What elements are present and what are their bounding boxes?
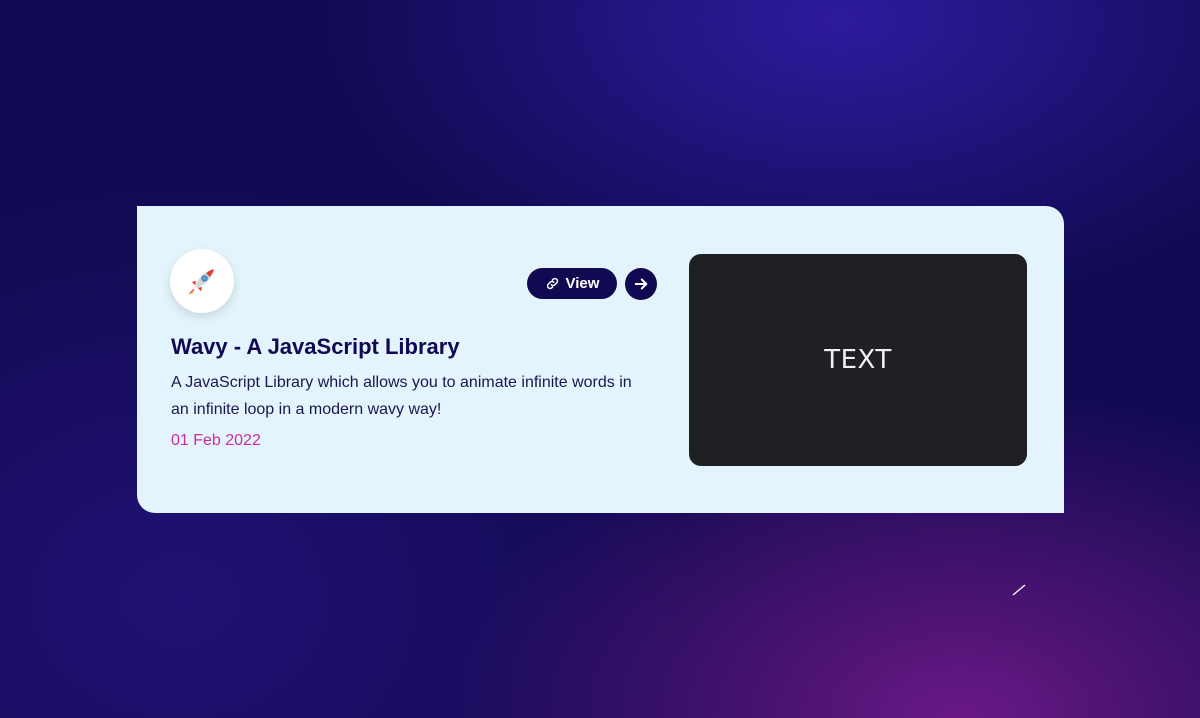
project-date: 01 Feb 2022 [171, 432, 261, 449]
project-icon-badge [170, 249, 234, 313]
rocket-icon [188, 269, 214, 295]
arrow-right-icon [634, 278, 648, 290]
view-button[interactable]: View [527, 268, 617, 299]
link-icon [546, 277, 558, 290]
project-preview[interactable]: TEXT [689, 254, 1027, 466]
project-description: A JavaScript Library which allows you to… [171, 374, 632, 418]
open-arrow-button[interactable] [625, 268, 657, 300]
cursor-trail-icon [1012, 584, 1026, 596]
preview-text: TEXT [824, 345, 892, 375]
view-button-label: View [565, 275, 600, 292]
project-title: Wavy - A JavaScript Library [171, 334, 460, 359]
project-card: View Wavy - A JavaScript Library A JavaS… [137, 206, 1064, 513]
